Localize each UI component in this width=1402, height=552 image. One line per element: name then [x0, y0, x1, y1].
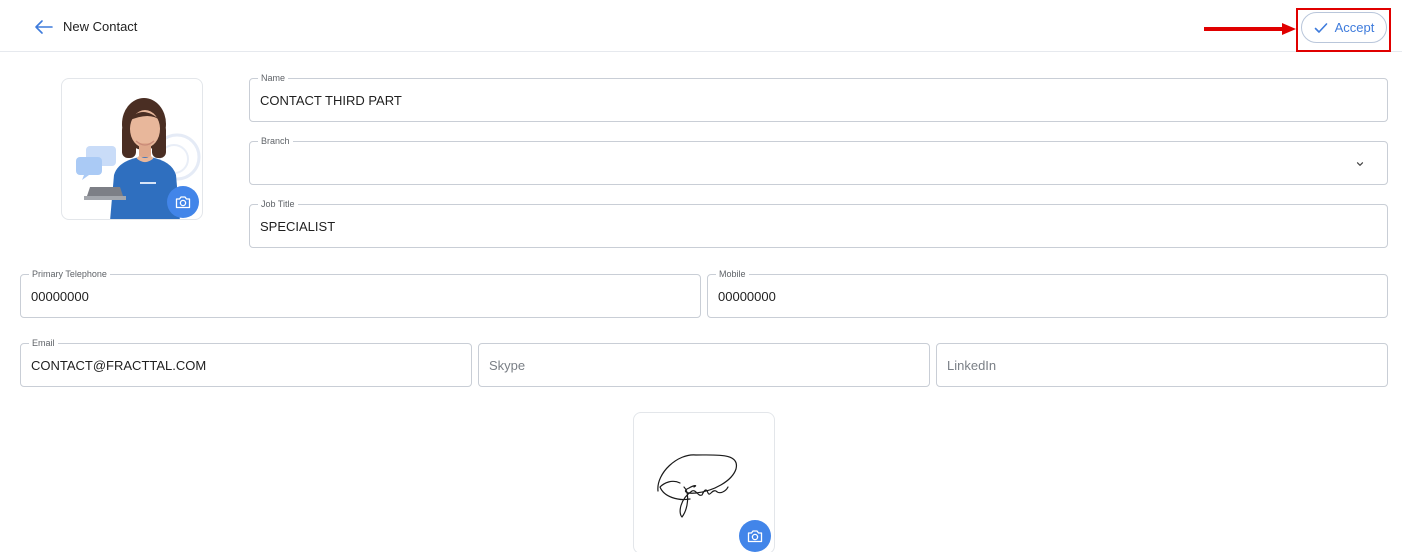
primary-telephone-value: 00000000: [31, 289, 89, 304]
branch-select[interactable]: Branch: [249, 135, 1388, 185]
check-icon: [1314, 22, 1327, 33]
email-label: Email: [29, 337, 58, 349]
annotation-arrow: [1204, 23, 1296, 35]
camera-icon: [175, 196, 191, 209]
primary-telephone-label: Primary Telephone: [29, 268, 110, 280]
change-signature-button[interactable]: [739, 520, 771, 552]
mobile-field[interactable]: Mobile 00000000: [707, 268, 1388, 318]
linkedin-input[interactable]: [937, 344, 1387, 386]
camera-icon: [747, 530, 763, 543]
mobile-value: 00000000: [718, 289, 776, 304]
arrow-left-icon: [35, 20, 53, 34]
skype-input[interactable]: [479, 344, 929, 386]
job-title-value: SPECIALIST: [260, 219, 336, 234]
back-button[interactable]: [32, 17, 54, 37]
email-value: CONTACT@FRACTTAL.COM: [31, 358, 207, 373]
name-label: Name: [258, 72, 289, 84]
branch-label: Branch: [258, 135, 293, 147]
accept-button[interactable]: Accept: [1301, 12, 1387, 43]
chevron-down-icon[interactable]: [1355, 159, 1365, 169]
name-field[interactable]: Name CONTACT THIRD PART: [249, 72, 1388, 122]
mobile-label: Mobile: [716, 268, 749, 280]
name-value: CONTACT THIRD PART: [260, 93, 402, 108]
linkedin-field-container: [936, 343, 1388, 387]
signature-card: [633, 412, 775, 552]
page-title: New Contact: [63, 19, 138, 34]
email-field[interactable]: Email CONTACT@FRACTTAL.COM: [20, 337, 472, 387]
job-title-field[interactable]: Job Title SPECIALIST: [249, 198, 1388, 248]
accept-button-label: Accept: [1334, 20, 1375, 35]
contact-photo-card: [61, 78, 203, 220]
skype-field-container: [478, 343, 930, 387]
primary-telephone-field[interactable]: Primary Telephone 00000000: [20, 268, 701, 318]
top-bar: New Contact Accept: [0, 0, 1402, 52]
job-title-label: Job Title: [258, 198, 298, 210]
change-photo-button[interactable]: [167, 186, 199, 218]
